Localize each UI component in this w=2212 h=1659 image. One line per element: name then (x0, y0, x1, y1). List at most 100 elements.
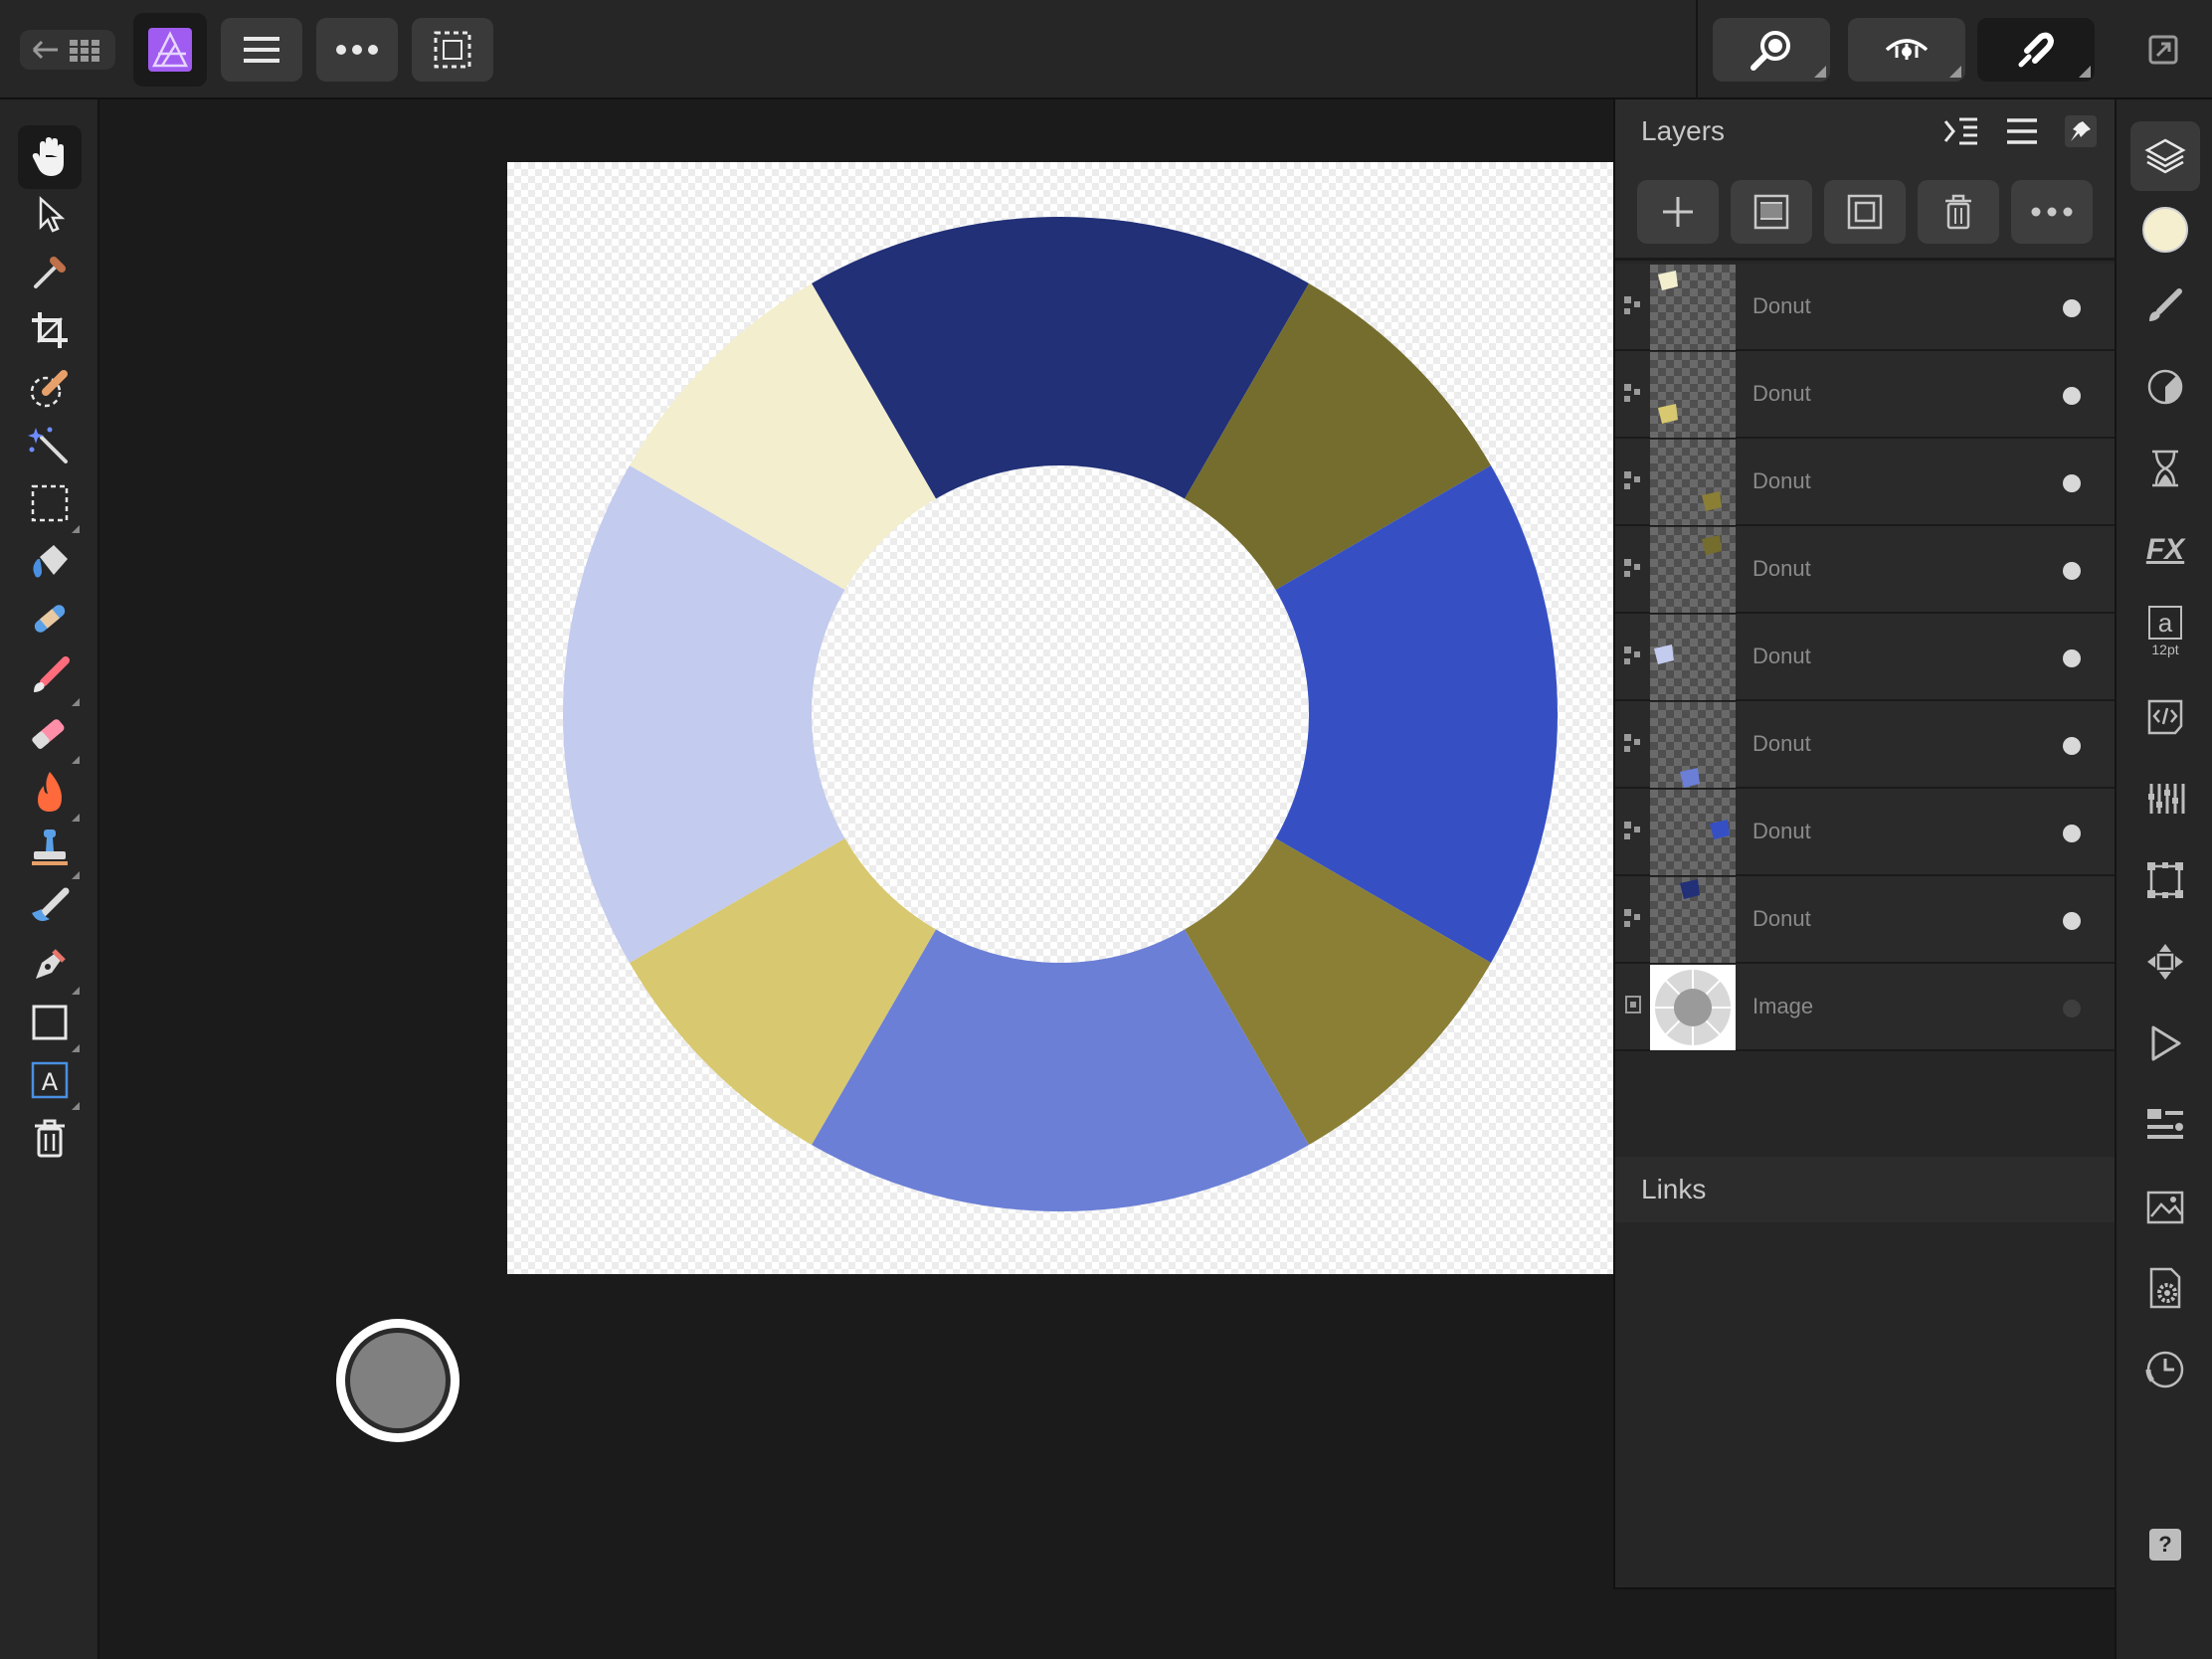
paint-bucket-icon (33, 545, 68, 578)
color-picker-tool[interactable] (18, 241, 82, 304)
studio-bar: FX a 12pt ? (2115, 99, 2212, 1659)
arrow-grid-icon (32, 40, 99, 62)
curves-layer-icon (1623, 556, 1645, 582)
eye-icon (1885, 39, 1929, 60)
selection-brush-tool[interactable] (18, 356, 82, 420)
layer-row[interactable]: Donut (1615, 351, 2115, 439)
visibility-toggle[interactable] (2063, 387, 2081, 405)
flood-select-tool[interactable] (18, 414, 82, 477)
macro-studio[interactable] (2130, 682, 2200, 752)
visibility-toggle[interactable] (2063, 737, 2081, 755)
effects-studio[interactable]: FX (2130, 515, 2200, 585)
color-swatch-icon (2142, 207, 2188, 253)
help-button[interactable]: ? (2130, 1510, 2200, 1579)
layer-row[interactable]: Donut (1615, 264, 2115, 351)
more-menu-button[interactable] (316, 18, 398, 82)
layer-row[interactable]: Donut (1615, 439, 2115, 526)
view-mode-button[interactable] (1848, 18, 1965, 82)
text-frame-icon: A (31, 1061, 69, 1099)
magnifier-icon (1751, 31, 1790, 71)
document-settings-studio[interactable] (2130, 1253, 2200, 1323)
zoom-button[interactable] (1713, 18, 1830, 82)
marquee-tool[interactable] (18, 471, 82, 535)
flood-fill-tool[interactable] (18, 529, 82, 593)
text-studio[interactable]: a 12pt (2130, 597, 2200, 666)
pen-nib-icon (36, 949, 66, 979)
info-studio[interactable] (2130, 1090, 2200, 1160)
layers-studio[interactable] (2130, 121, 2200, 191)
snapping-button[interactable] (1977, 18, 2095, 82)
brushes-studio[interactable] (2130, 271, 2200, 340)
rectangle-icon (32, 1005, 68, 1040)
channels-studio[interactable] (2130, 764, 2200, 833)
panel-title: Layers (1641, 115, 1726, 146)
history-clock-studio[interactable] (2130, 1335, 2200, 1404)
crop-tool[interactable] (18, 298, 82, 362)
visibility-toggle[interactable] (2063, 562, 2081, 580)
layers-toolbar (1615, 163, 2115, 261)
fullscreen-icon (2148, 35, 2178, 65)
fullscreen-button[interactable] (2138, 18, 2188, 82)
color-studio[interactable] (2130, 195, 2200, 265)
curves-layer-icon (1623, 381, 1645, 407)
document-canvas[interactable] (507, 162, 1613, 1274)
layer-row[interactable]: Donut (1615, 701, 2115, 789)
visibility-toggle[interactable] (2063, 649, 2081, 667)
donut-chart-artwork (563, 217, 1558, 1212)
collapse-panel-icon[interactable] (1943, 115, 1979, 147)
layer-row[interactable]: Donut (1615, 789, 2115, 876)
pin-panel-icon[interactable] (2063, 113, 2099, 149)
delete-layer-button[interactable] (1918, 180, 1999, 244)
photo-persona-button[interactable] (133, 13, 207, 87)
transform-studio[interactable] (2130, 845, 2200, 915)
add-layer-button[interactable] (1637, 180, 1719, 244)
history-studio[interactable] (2130, 434, 2200, 503)
document-menu-button[interactable] (221, 18, 302, 82)
hand-modifier-button[interactable] (336, 1319, 460, 1442)
stock-studio[interactable] (2130, 1172, 2200, 1241)
visibility-toggle[interactable] (2063, 825, 2081, 842)
layer-name: Donut (1752, 381, 1811, 406)
pen-tool[interactable] (18, 933, 82, 997)
adjustment-dial-icon (2147, 369, 2183, 405)
navigator-studio[interactable] (2130, 927, 2200, 997)
visibility-toggle[interactable] (2063, 474, 2081, 492)
text-tool[interactable]: A (18, 1048, 82, 1112)
shape-tool[interactable] (18, 991, 82, 1054)
play-studio[interactable] (2130, 1009, 2200, 1078)
visibility-toggle[interactable] (2063, 1000, 2081, 1017)
adjustments-studio[interactable] (2130, 352, 2200, 422)
smudge-tool[interactable] (18, 875, 82, 939)
hourglass-icon (2152, 450, 2178, 487)
transform-icon (2147, 862, 2183, 898)
back-to-gallery-button[interactable] (20, 30, 115, 70)
layer-name: Donut (1752, 906, 1811, 931)
erase-brush-tool[interactable] (18, 702, 82, 766)
move-tool[interactable] (18, 183, 82, 247)
hand-modifier-ring (345, 1328, 451, 1433)
clone-tool[interactable] (18, 818, 82, 881)
panel-menu-icon[interactable] (2005, 117, 2039, 145)
channels-icon (2148, 784, 2185, 814)
layer-row[interactable]: Image (1615, 964, 2115, 1051)
group-layers-button[interactable] (1824, 180, 1906, 244)
visibility-toggle[interactable] (2063, 299, 2081, 317)
hand-icon (32, 137, 64, 176)
layer-name: Donut (1752, 731, 1811, 756)
dodge-burn-tool[interactable] (18, 760, 82, 824)
layer-row[interactable]: Donut (1615, 614, 2115, 701)
layer-options-button[interactable] (2011, 180, 2093, 244)
view-tool[interactable] (18, 125, 82, 189)
layer-row[interactable]: Donut (1615, 526, 2115, 614)
delete-tool[interactable] (18, 1106, 82, 1170)
paint-brush-tool[interactable] (18, 645, 82, 708)
hamburger-icon (244, 37, 279, 63)
text-style-letter: a (2157, 608, 2173, 638)
selection-button[interactable] (412, 18, 493, 82)
healing-tool[interactable] (18, 587, 82, 650)
layer-row[interactable]: Donut (1615, 876, 2115, 964)
links-section[interactable]: Links (1615, 1157, 2115, 1222)
links-title: Links (1641, 1174, 1707, 1204)
add-mask-button[interactable] (1731, 180, 1812, 244)
visibility-toggle[interactable] (2063, 912, 2081, 930)
